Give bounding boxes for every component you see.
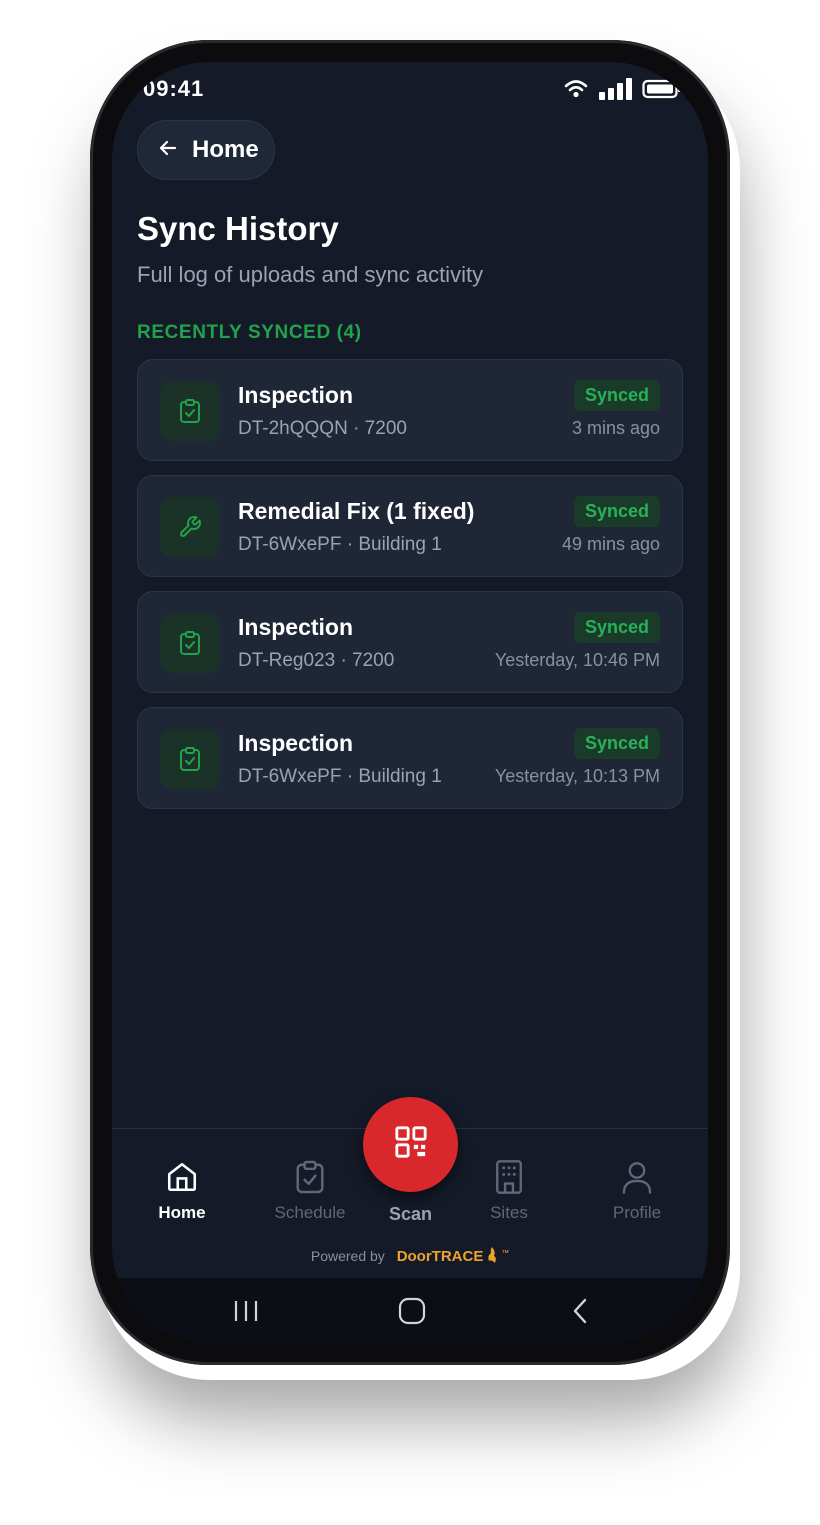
sync-item[interactable]: Inspection DT-Reg023 · 7200 Synced Yeste… xyxy=(137,591,683,693)
page-title: Sync History xyxy=(137,210,339,247)
sync-item[interactable]: Inspection DT-2hQQQN · 7200 Synced 3 min… xyxy=(137,359,683,461)
user-icon xyxy=(582,1159,692,1195)
wrench-icon xyxy=(160,497,220,557)
scan-button[interactable] xyxy=(363,1097,458,1192)
brand-logo: DoorTRACE xyxy=(396,1248,484,1265)
powered-by-text: Powered by xyxy=(310,1248,385,1264)
nav-home-label: Home xyxy=(158,1203,206,1222)
recent-apps-icon[interactable] xyxy=(226,1296,266,1326)
qr-code-icon xyxy=(394,1125,428,1164)
sync-history-list: Inspection DT-2hQQQN · 7200 Synced 3 min… xyxy=(137,359,683,823)
status-badge: Synced xyxy=(573,496,660,527)
nav-home[interactable]: Home xyxy=(127,1159,237,1223)
item-title: Inspection xyxy=(238,730,354,756)
trademark-symbol: ™ xyxy=(501,1248,510,1258)
nav-profile-label: Profile xyxy=(612,1203,662,1222)
back-home-button[interactable]: Home xyxy=(137,120,275,180)
signal-icon xyxy=(598,78,632,105)
nav-sites[interactable]: Sites xyxy=(454,1159,564,1223)
flame-icon xyxy=(487,1247,501,1264)
nav-schedule[interactable]: Schedule xyxy=(255,1159,365,1223)
clipboard-check-icon xyxy=(160,613,220,673)
clipboard-check-icon xyxy=(160,729,220,789)
clipboard-check-icon xyxy=(160,381,220,441)
item-title: Inspection xyxy=(238,382,354,408)
nav-sites-label: Sites xyxy=(490,1203,528,1222)
item-timestamp: 49 mins ago xyxy=(561,534,660,554)
item-timestamp: Yesterday, 10:13 PM xyxy=(494,766,660,786)
sync-item[interactable]: Inspection DT-6WxePF · Building 1 Synced… xyxy=(137,707,683,809)
clipboard-check-icon xyxy=(255,1159,365,1195)
item-timestamp: 3 mins ago xyxy=(571,418,660,438)
item-meta: DT-6WxePF · Building 1 xyxy=(238,766,442,787)
sync-item[interactable]: Remedial Fix (1 fixed) DT-6WxePF · Build… xyxy=(137,475,683,577)
item-meta: DT-6WxePF · Building 1 xyxy=(238,534,442,555)
powered-by-footer: Powered by DoorTRACE ™ xyxy=(112,1247,708,1265)
building-icon xyxy=(454,1159,564,1195)
arrow-left-icon xyxy=(158,138,178,163)
home-icon xyxy=(127,1159,237,1195)
section-label: RECENTLY SYNCED (4) xyxy=(137,322,362,343)
nav-profile[interactable]: Profile xyxy=(582,1159,692,1223)
item-timestamp: Yesterday, 10:46 PM xyxy=(494,650,660,670)
battery-icon xyxy=(642,79,682,104)
item-meta: DT-2hQQQN · 7200 xyxy=(238,418,407,439)
item-title: Inspection xyxy=(238,614,354,640)
status-icons xyxy=(564,78,682,105)
scan-label: Scan xyxy=(388,1204,433,1224)
nav-schedule-label: Schedule xyxy=(274,1203,346,1222)
status-badge: Synced xyxy=(573,612,660,643)
back-system-icon[interactable] xyxy=(560,1296,600,1326)
page-subtitle: Full log of uploads and sync activity xyxy=(137,262,484,287)
status-badge: Synced xyxy=(573,728,660,759)
system-nav-bar xyxy=(112,1278,708,1343)
item-title: Remedial Fix (1 fixed) xyxy=(238,498,475,524)
status-time: 09:41 xyxy=(143,76,205,101)
status-bar: 09:41 xyxy=(112,62,708,118)
app-screen: 09:41 Home Sync History Full log of uplo… xyxy=(112,62,708,1343)
back-button-label: Home xyxy=(192,136,259,163)
wifi-icon xyxy=(564,79,588,104)
item-meta: DT-Reg023 · 7200 xyxy=(238,650,395,671)
home-system-icon[interactable] xyxy=(392,1296,432,1326)
status-badge: Synced xyxy=(573,380,660,411)
